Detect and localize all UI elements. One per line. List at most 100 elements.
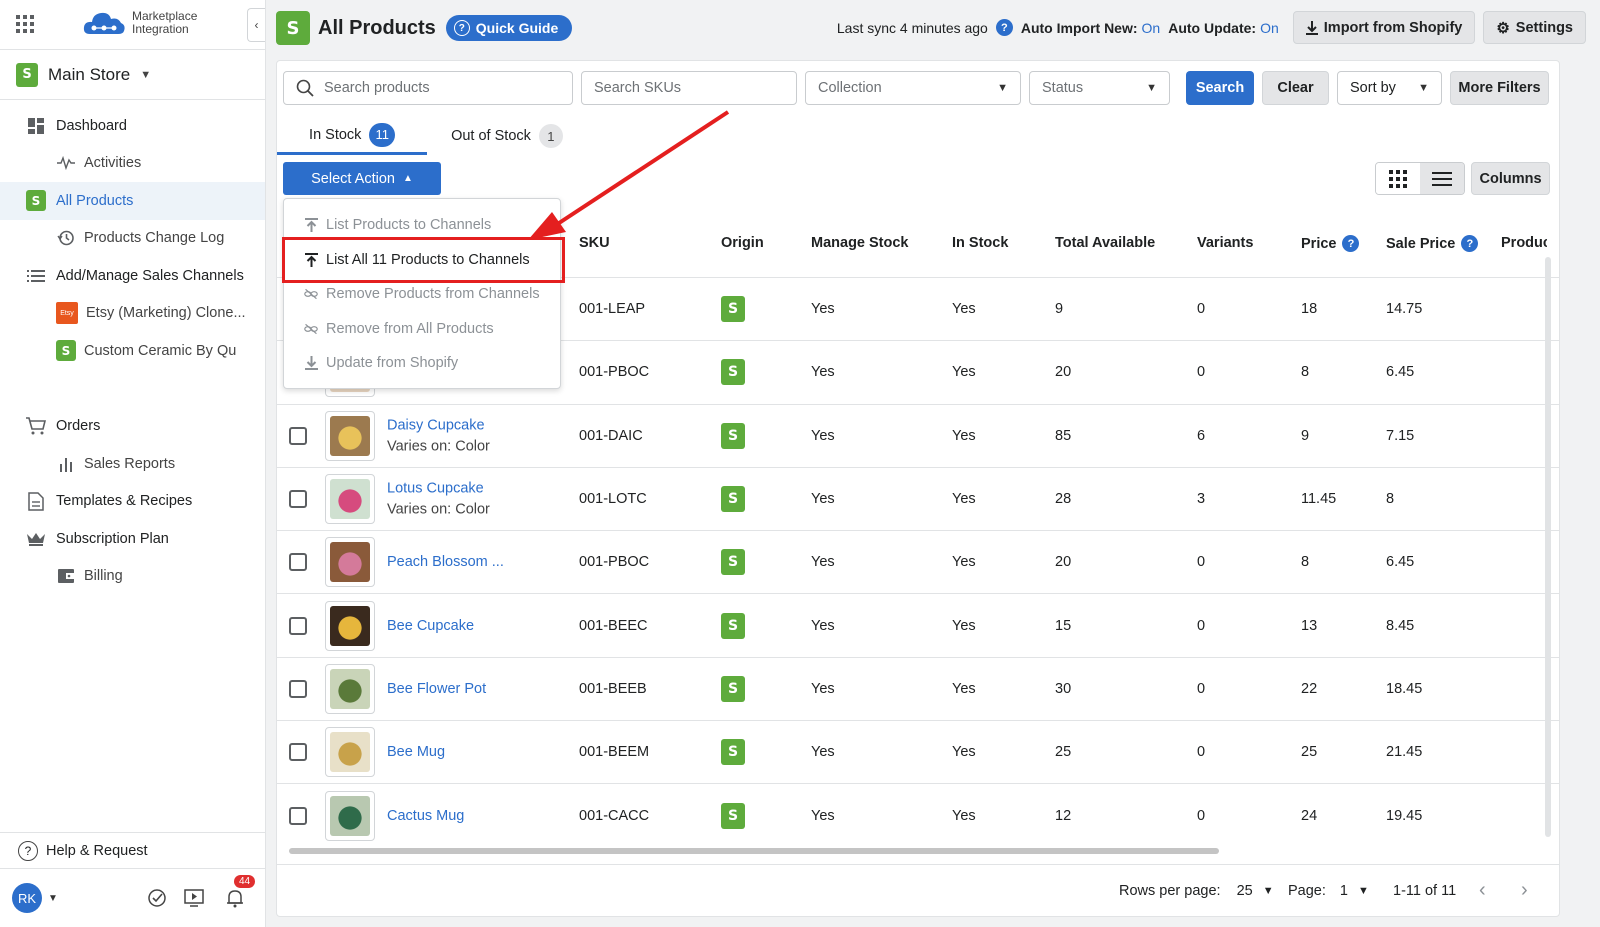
tab-in-stock[interactable]: In Stock 11: [277, 117, 427, 155]
avatar[interactable]: RK: [12, 883, 42, 913]
product-thumbnail[interactable]: [325, 727, 375, 778]
collapse-sidebar-button[interactable]: ‹: [247, 8, 265, 42]
grid-view-button[interactable]: [1376, 163, 1420, 194]
more-filters-button[interactable]: More Filters: [1450, 71, 1549, 105]
app-logo[interactable]: Marketplace Integration: [82, 8, 197, 38]
collection-select[interactable]: Collection ▼: [805, 71, 1021, 105]
price-help-icon[interactable]: ?: [1342, 235, 1360, 252]
table-row[interactable]: Lotus Cupcake Varies on: Color 001-LOTC S Ye…: [277, 466, 1559, 530]
list-view-button[interactable]: [1420, 163, 1464, 194]
sale-price-help-icon[interactable]: ?: [1461, 235, 1479, 252]
sidebar-item-dashboard[interactable]: Dashboard: [0, 107, 265, 145]
page-select[interactable]: 1 ▼: [1340, 883, 1369, 899]
auto-update-toggle[interactable]: On: [1260, 20, 1279, 36]
search-skus-input[interactable]: Search SKUs: [581, 71, 797, 105]
tab-out-of-stock[interactable]: Out of Stock 1: [437, 117, 577, 155]
sidebar-item-label: Billing: [84, 568, 123, 585]
row-checkbox[interactable]: [289, 553, 307, 572]
product-thumbnail[interactable]: [325, 663, 375, 714]
sidebar-item-sales-reports[interactable]: Sales Reports: [0, 445, 265, 483]
status-placeholder: Status: [1042, 80, 1084, 96]
select-action-button[interactable]: Select Action ▲: [283, 162, 441, 195]
row-checkbox[interactable]: [289, 490, 307, 509]
menu-item-update-from-shopify[interactable]: Update from Shopify: [284, 346, 562, 380]
quick-guide-button[interactable]: ? Quick Guide: [445, 15, 573, 41]
product-name-link[interactable]: Bee Cupcake: [387, 618, 474, 634]
menu-item-label: Update from Shopify: [326, 355, 459, 371]
bell-icon[interactable]: [224, 887, 246, 909]
vertical-scrollbar[interactable]: [1543, 257, 1553, 847]
horizontal-scrollbar-thumb[interactable]: [289, 848, 1219, 854]
sort-by-select[interactable]: Sort by ▼: [1337, 71, 1442, 105]
caret-down-icon: ▼: [1262, 885, 1274, 897]
vertical-scrollbar-thumb[interactable]: [1545, 257, 1551, 837]
clear-button[interactable]: Clear: [1262, 71, 1329, 105]
product-name-link[interactable]: Cactus Mug: [387, 808, 464, 824]
product-name-cell: Peach Blossom ...: [387, 554, 504, 570]
table-row[interactable]: Bee Flower Pot 001-BEEB S Yes Yes 30 0 22 18.45: [277, 656, 1559, 720]
apps-grid-icon[interactable]: [16, 15, 34, 33]
column-header-manage-stock[interactable]: Manage Stock: [811, 235, 909, 251]
sidebar-item-activities[interactable]: Activities: [0, 145, 265, 183]
product-name-link[interactable]: Lotus Cupcake: [387, 481, 490, 497]
search-button[interactable]: Search: [1186, 71, 1254, 105]
sidebar-spacer: [0, 370, 265, 408]
help-request-link[interactable]: ? Help & Request: [0, 833, 265, 869]
product-thumbnail[interactable]: [325, 410, 375, 461]
auto-import-toggle[interactable]: On: [1142, 20, 1161, 36]
product-name-link[interactable]: Bee Flower Pot: [387, 681, 486, 697]
settings-button[interactable]: ⚙ Settings: [1483, 11, 1586, 44]
table-row[interactable]: Bee Cupcake 001-BEEC S Yes Yes 15 0 13 8.45: [277, 593, 1559, 656]
sidebar-item-etsy-channel[interactable]: Etsy Etsy (Marketing) Clone...: [0, 295, 265, 333]
sidebar-item-products-change-log[interactable]: Products Change Log: [0, 220, 265, 258]
previous-page-icon[interactable]: ‹: [1479, 879, 1486, 902]
table-row[interactable]: Bee Mug 001-BEEM S Yes Yes 25 0 25 21.45: [277, 720, 1559, 783]
columns-button[interactable]: Columns: [1471, 162, 1550, 195]
sidebar-item-custom-ceramic[interactable]: S Custom Ceramic By Qu: [0, 332, 265, 370]
column-header-sku[interactable]: SKU: [579, 235, 610, 251]
row-checkbox[interactable]: [289, 679, 307, 698]
price-cell: 11.45: [1301, 491, 1337, 508]
sidebar-item-subscription-plan[interactable]: Subscription Plan: [0, 520, 265, 558]
product-name-link[interactable]: Daisy Cupcake: [387, 417, 490, 433]
caret-down-icon[interactable]: ▼: [48, 893, 58, 904]
table-row[interactable]: Daisy Cupcake Varies on: Color 001-DAIC S Ye…: [277, 403, 1559, 467]
product-thumbnail[interactable]: [325, 474, 375, 525]
video-tutorial-icon[interactable]: [183, 887, 205, 909]
product-thumbnail[interactable]: [325, 537, 375, 588]
row-checkbox[interactable]: [289, 616, 307, 635]
column-header-in-stock[interactable]: In Stock: [952, 235, 1008, 251]
column-header-price[interactable]: Price ?: [1301, 235, 1360, 252]
sidebar-item-add-manage-sales-channels[interactable]: Add/Manage Sales Channels: [0, 257, 265, 295]
product-thumbnail[interactable]: [325, 790, 375, 841]
row-checkbox[interactable]: [289, 806, 307, 825]
sidebar-item-templates-recipes[interactable]: Templates & Recipes: [0, 483, 265, 521]
origin-cell: S: [721, 359, 745, 386]
select-action-menu: List Products to Channels List All 11 Pr…: [283, 198, 561, 389]
store-selector[interactable]: S Main Store ▼: [0, 50, 265, 100]
table-row[interactable]: Cactus Mug 001-CACC S Yes Yes 12 0 24 19.45: [277, 783, 1559, 846]
product-thumbnail[interactable]: [325, 600, 375, 651]
column-header-variants[interactable]: Variants: [1197, 235, 1253, 251]
status-select[interactable]: Status ▼: [1029, 71, 1170, 105]
product-name-link[interactable]: Bee Mug: [387, 744, 445, 760]
import-from-shopify-button[interactable]: Import from Shopify: [1292, 11, 1476, 44]
sync-help-icon[interactable]: ?: [995, 19, 1013, 36]
column-header-total-available[interactable]: Total Available: [1055, 235, 1155, 251]
column-header-origin[interactable]: Origin: [721, 235, 764, 251]
column-header-product[interactable]: Product: [1501, 235, 1547, 251]
sidebar-item-all-products[interactable]: S All Products: [0, 182, 265, 220]
sidebar-item-billing[interactable]: Billing: [0, 558, 265, 596]
rows-per-page-select[interactable]: 25 ▼: [1237, 883, 1274, 899]
row-checkbox[interactable]: [289, 426, 307, 445]
product-name-link[interactable]: Peach Blossom ...: [387, 554, 504, 570]
table-row[interactable]: Peach Blossom ... 001-PBOC S Yes Yes 20 0 8 6.45: [277, 530, 1559, 593]
next-page-icon[interactable]: ›: [1521, 879, 1528, 902]
menu-item-remove-from-all-products[interactable]: Remove from All Products: [284, 312, 562, 346]
column-header-sale-price[interactable]: Sale Price ?: [1386, 235, 1479, 252]
horizontal-scrollbar[interactable]: [281, 847, 1543, 855]
search-products-input[interactable]: Search products: [283, 71, 573, 105]
sidebar-item-orders[interactable]: Orders: [0, 408, 265, 446]
row-checkbox[interactable]: [289, 743, 307, 762]
check-circle-icon[interactable]: [146, 887, 168, 909]
